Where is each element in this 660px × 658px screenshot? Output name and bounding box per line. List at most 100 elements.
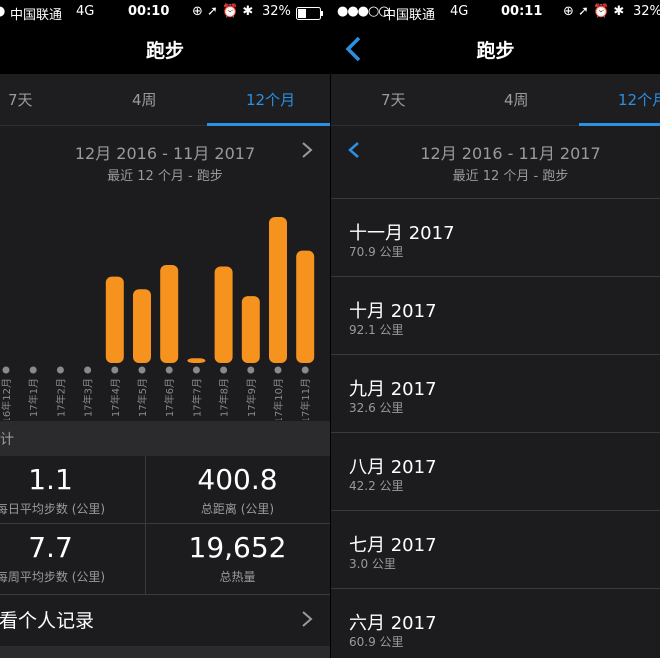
- date-range: 12月 2016 - 11月 2017: [74, 144, 256, 163]
- list-item[interactable]: 十一月 2017 70.9 公里: [331, 199, 660, 277]
- battery-icon: [296, 7, 323, 20]
- nav-bar: 跑步: [0, 26, 330, 74]
- chart-axis-dot: [192, 366, 200, 374]
- status-bar: ●●●○○ 中国联通 4G 00:11 ⊕ ➚ ⏰ ✱ 32%: [331, 0, 660, 26]
- tab-7-days[interactable]: 7天: [8, 89, 33, 110]
- right-screen: ●●●○○ 中国联通 4G 00:11 ⊕ ➚ ⏰ ✱ 32% 跑步 7天 4周…: [331, 0, 660, 658]
- chart-tick-label: 17年10月: [272, 378, 285, 420]
- month-label: 七月 2017: [349, 535, 437, 556]
- divider: [0, 594, 330, 595]
- section-footer: [0, 646, 330, 658]
- personal-records-row[interactable]: 查看个人记录: [0, 596, 330, 644]
- stat-label: 总距离 (公里): [200, 502, 275, 516]
- chart-bar: [133, 289, 151, 363]
- signal-icon: ●●●○○: [337, 4, 390, 19]
- chart-axis-dot: [2, 366, 10, 374]
- battery-percent: 32%: [633, 4, 660, 19]
- clock: 00:11: [501, 4, 543, 19]
- status-bar: ● 中国联通 4G 00:10 ⊕ ➚ ⏰ ✱ 32%: [0, 0, 330, 26]
- carrier: 中国联通: [383, 8, 436, 23]
- chart-bar: [105, 276, 124, 363]
- next-period-icon[interactable]: [300, 141, 314, 159]
- chart-axis-dot: [274, 366, 282, 374]
- month-distance: 92.1 公里: [349, 323, 404, 337]
- period-tabs: 7天 4周 12个月: [331, 74, 660, 126]
- section-label: 计: [0, 432, 14, 448]
- chart-bar: [269, 217, 287, 363]
- chart-tick-label: 16年12月: [0, 378, 13, 420]
- tab-4-weeks[interactable]: 4周: [132, 89, 157, 110]
- chart-tick-label: 17年3月: [82, 378, 95, 417]
- location-icon: ⊕ ➚ ⏰ ✱: [192, 4, 254, 19]
- list-item[interactable]: 六月 2017 60.9 公里: [331, 589, 660, 658]
- chart-axis-dot: [56, 366, 64, 374]
- month-label: 十月 2017: [349, 301, 437, 322]
- chart-tick-label: 17年11月: [299, 378, 312, 420]
- location-icon: ⊕ ➚ ⏰ ✱: [563, 4, 625, 19]
- chart-axis-dot: [165, 366, 173, 374]
- month-label: 六月 2017: [349, 613, 437, 634]
- chart-bar: [214, 266, 233, 363]
- date-range-subtitle: 最近 12 个月 - 跑步: [452, 169, 569, 184]
- tab-4-weeks[interactable]: 4周: [504, 89, 529, 110]
- divider: [145, 456, 146, 594]
- chart-tick-label: 17年5月: [136, 378, 149, 417]
- page-title: 跑步: [476, 40, 515, 62]
- chart-tick-label: 17年8月: [218, 378, 231, 417]
- distance-bar-chart: 16年12月 17年1月 17年2月 17年3月 17年4月 17年5月 17年6月 17年7…: [0, 217, 315, 420]
- month-distance: 42.2 公里: [349, 479, 404, 493]
- chart-axis-dot: [301, 366, 309, 374]
- stat-label: 每日平均步数 (公里): [0, 502, 106, 516]
- network: 4G: [450, 4, 469, 19]
- chart-bar: [160, 265, 179, 363]
- chart-bar: [241, 296, 260, 363]
- month-distance: 60.9 公里: [349, 635, 404, 649]
- chart-tick-label: 17年1月: [27, 378, 40, 417]
- tab-12-months[interactable]: 12个月: [246, 89, 295, 110]
- chart-axis-dot: [29, 366, 37, 374]
- chart-axis-dot: [138, 366, 146, 374]
- stat-value: 400.8: [197, 463, 278, 496]
- page-title: 跑步: [145, 40, 184, 62]
- stat-label: 每周平均步数 (公里): [0, 570, 106, 584]
- previous-period-icon[interactable]: [347, 141, 361, 159]
- stat-value: 19,652: [188, 531, 287, 564]
- stats-section-header: 计: [0, 421, 330, 456]
- chart-tick-label: 17年6月: [163, 378, 176, 417]
- stat-daily-average: 1.1 每日平均步数 (公里): [0, 463, 123, 517]
- stat-value: 1.1: [28, 463, 73, 496]
- chart-tick-label: 17年4月: [109, 378, 122, 417]
- date-range: 12月 2016 - 11月 2017: [420, 144, 601, 163]
- month-distance: 32.6 公里: [349, 401, 404, 415]
- list-item[interactable]: 七月 2017 3.0 公里: [331, 511, 660, 589]
- stat-weekly-average: 7.7 每周平均步数 (公里): [0, 531, 123, 585]
- chart-axis-dot: [247, 366, 255, 374]
- list-item[interactable]: 九月 2017 32.6 公里: [331, 355, 660, 433]
- chart-bar: [187, 358, 206, 363]
- chart-tick-label: 17年9月: [245, 378, 258, 417]
- stat-total-calories: 19,652 总热量: [165, 531, 310, 585]
- tab-12-months[interactable]: 12个月: [618, 89, 660, 110]
- chart-tick-label: 17年7月: [190, 378, 203, 417]
- tab-underline: [579, 123, 660, 126]
- nav-bar: 跑步: [331, 26, 660, 74]
- date-range-subtitle: 最近 12 个月 - 跑步: [107, 169, 223, 184]
- chart-bar: [296, 250, 315, 363]
- battery-percent: 32%: [262, 4, 291, 19]
- month-distance: 3.0 公里: [349, 557, 396, 571]
- chart-axis-dot: [84, 366, 92, 374]
- month-label: 八月 2017: [349, 457, 437, 478]
- list-item[interactable]: 八月 2017 42.2 公里: [331, 433, 660, 511]
- month-label: 九月 2017: [349, 379, 437, 400]
- stat-total-distance: 400.8 总距离 (公里): [165, 463, 310, 517]
- chevron-right-icon: [302, 611, 313, 627]
- left-screen: ● 中国联通 4G 00:10 ⊕ ➚ ⏰ ✱ 32% 跑步 7天 4周 12个…: [0, 0, 330, 658]
- list-item[interactable]: 十月 2017 92.1 公里: [331, 277, 660, 355]
- divider: [0, 523, 330, 524]
- records-label: 查看个人记录: [0, 610, 95, 632]
- network: 4G: [76, 4, 95, 19]
- tab-7-days[interactable]: 7天: [381, 89, 406, 110]
- month-label: 十一月 2017: [349, 223, 455, 244]
- month-distance: 70.9 公里: [349, 245, 404, 259]
- period-tabs: 7天 4周 12个月: [0, 74, 330, 126]
